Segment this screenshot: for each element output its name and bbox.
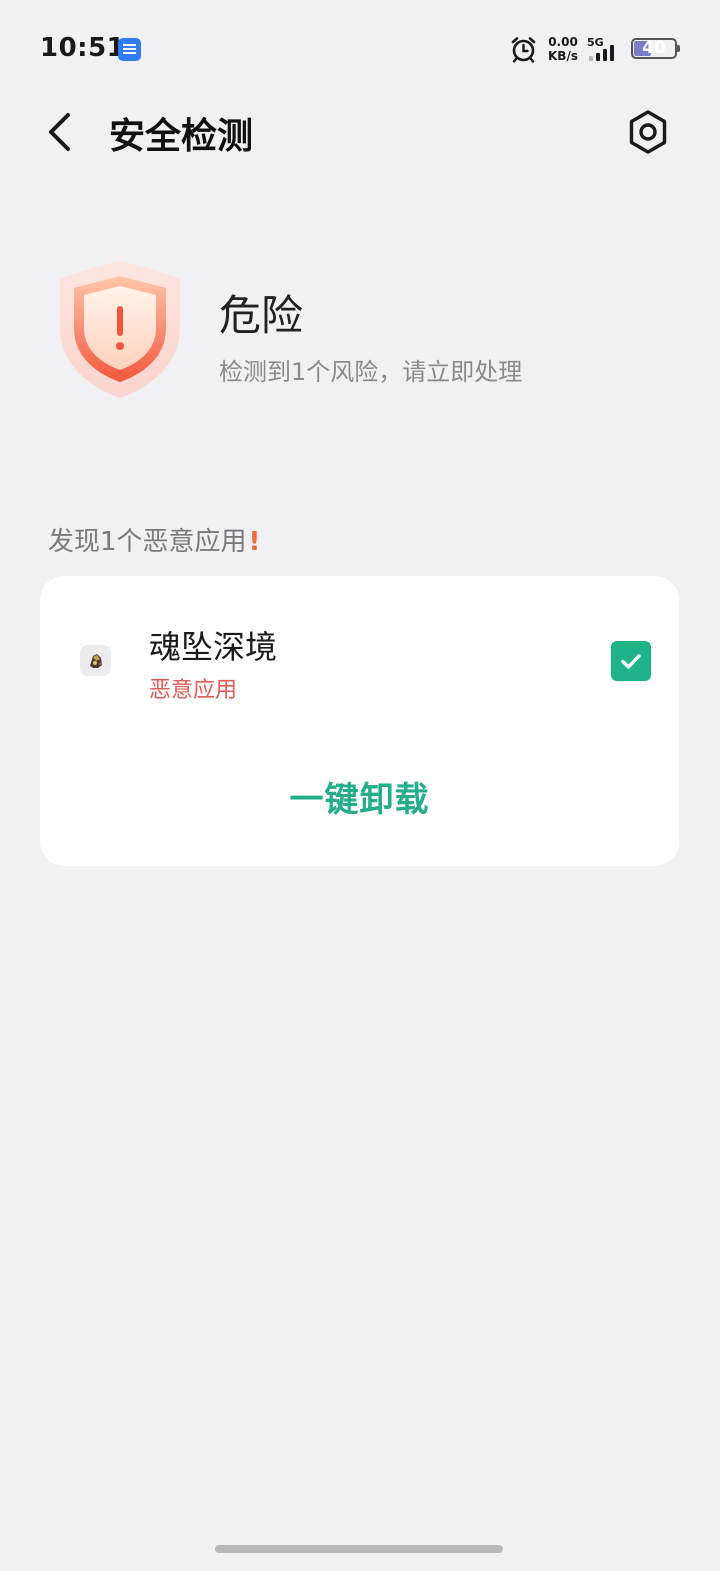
app-risk-tag: 恶意应用 xyxy=(149,678,238,703)
net-speed-unit: KB/s xyxy=(548,49,578,63)
app-icon xyxy=(80,645,111,676)
gear-icon xyxy=(629,110,667,154)
battery-level: 40 xyxy=(642,38,666,58)
back-button[interactable] xyxy=(40,109,80,155)
app-name: 魂坠深境 xyxy=(149,628,278,666)
page-title: 安全检测 xyxy=(109,116,254,157)
notification-app-icon xyxy=(118,38,141,61)
screen: 10:51 0.00 KB/s 5G 40 安全检测 危险 检测到1个风险，请立… xyxy=(0,0,720,1571)
battery-icon: 40 xyxy=(631,38,680,59)
header: 安全检测 xyxy=(0,95,720,170)
signal-icon: 5G xyxy=(587,36,627,62)
section-title: 发现1个恶意应用 xyxy=(48,527,247,557)
home-indicator[interactable] xyxy=(215,1545,503,1553)
net-speed-value: 0.00 xyxy=(548,35,578,49)
risk-summary: 检测到1个风险，请立即处理 xyxy=(219,358,523,386)
status-time: 10:51 xyxy=(40,33,126,63)
settings-button[interactable] xyxy=(624,107,672,157)
section-header: 发现1个恶意应用! xyxy=(48,521,260,558)
risk-level-title: 危险 xyxy=(219,291,304,340)
signal-bars xyxy=(589,45,614,61)
check-icon xyxy=(621,654,641,669)
status-bar: 10:51 0.00 KB/s 5G 40 xyxy=(0,0,720,98)
alarm-icon xyxy=(511,37,536,63)
one-click-uninstall-button[interactable]: 一键卸载 xyxy=(40,772,679,828)
net-speed: 0.00 KB/s xyxy=(546,35,580,63)
alert-mark: ! xyxy=(248,527,261,557)
app-select-checkbox[interactable] xyxy=(611,641,651,681)
shield-alert-icon xyxy=(60,260,180,398)
malicious-app-card: 魂坠深境 恶意应用 一键卸载 xyxy=(40,576,679,866)
